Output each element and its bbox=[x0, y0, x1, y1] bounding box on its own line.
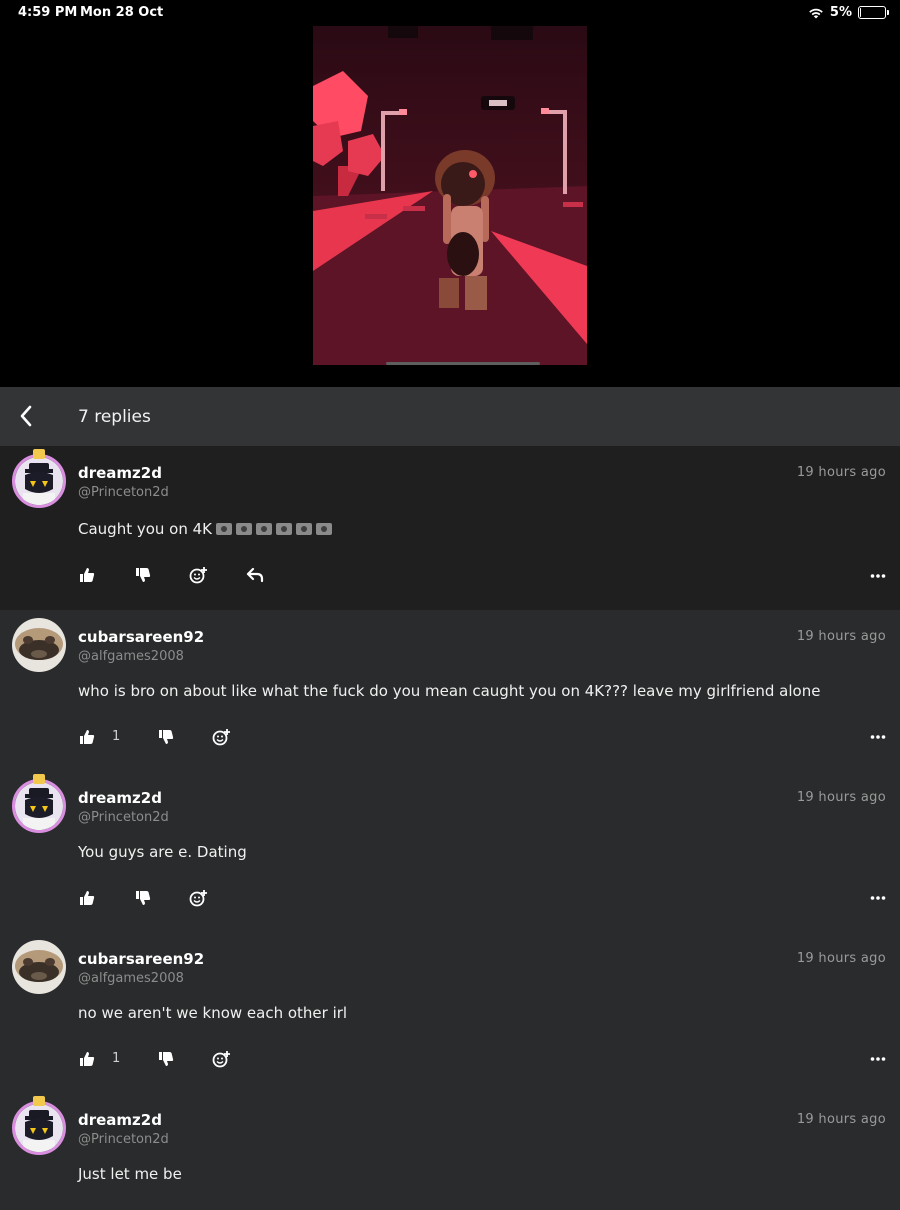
timestamp: 19 hours ago bbox=[796, 951, 886, 966]
comment-text: Just let me be bbox=[78, 1165, 182, 1183]
comment-item: dreamz2d @Princeton2d 19 hours ago Caugh… bbox=[0, 446, 900, 610]
username[interactable]: dreamz2d bbox=[78, 789, 162, 807]
comment-text: no we aren't we know each other irl bbox=[78, 1004, 348, 1022]
user-handle: @Princeton2d bbox=[78, 1132, 169, 1147]
thumbs-down-icon[interactable] bbox=[134, 889, 152, 907]
thumbs-up-icon[interactable] bbox=[78, 889, 96, 907]
avatar[interactable] bbox=[12, 779, 66, 833]
camera-flash-icon bbox=[256, 523, 273, 535]
avatar-badge-icon bbox=[33, 1096, 45, 1106]
status-time: 4:59 PM bbox=[18, 5, 78, 20]
replies-header: 7 replies bbox=[0, 387, 900, 446]
timestamp: 19 hours ago bbox=[796, 790, 886, 805]
camera-flash-icon bbox=[276, 523, 293, 535]
add-reaction-icon[interactable] bbox=[212, 728, 230, 746]
reply-icon[interactable] bbox=[246, 566, 264, 584]
timestamp: 19 hours ago bbox=[796, 1112, 886, 1127]
video-player[interactable] bbox=[0, 26, 900, 387]
video-progress-bar[interactable] bbox=[386, 362, 540, 365]
username[interactable]: dreamz2d bbox=[78, 1111, 162, 1129]
add-reaction-icon[interactable] bbox=[189, 566, 207, 584]
more-options-icon[interactable] bbox=[870, 895, 886, 901]
chevron-left-icon bbox=[20, 405, 32, 427]
timestamp: 19 hours ago bbox=[796, 629, 886, 644]
more-options-icon[interactable] bbox=[870, 1056, 886, 1062]
add-reaction-icon[interactable] bbox=[212, 1050, 230, 1068]
more-options-icon[interactable] bbox=[870, 734, 886, 740]
avatar-badge-icon bbox=[33, 449, 45, 459]
thumbs-up-icon[interactable] bbox=[78, 1050, 96, 1068]
avatar-badge-icon bbox=[33, 774, 45, 784]
avatar[interactable] bbox=[12, 940, 66, 994]
battery-icon bbox=[858, 6, 889, 19]
user-handle: @alfgames2008 bbox=[78, 971, 184, 986]
pug-avatar-icon bbox=[12, 618, 66, 672]
robot-avatar-icon bbox=[15, 457, 63, 505]
thumbs-up-icon[interactable] bbox=[78, 566, 96, 584]
comment-item: cubarsareen92 @alfgames2008 19 hours ago… bbox=[0, 932, 900, 1093]
camera-flash-icon bbox=[296, 523, 313, 535]
camera-flash-icon bbox=[236, 523, 253, 535]
battery-percent: 5% bbox=[829, 5, 852, 20]
camera-flash-icon bbox=[216, 523, 233, 535]
robot-avatar-icon bbox=[15, 1104, 63, 1152]
like-count: 1 bbox=[112, 1051, 121, 1066]
replies-title: 7 replies bbox=[78, 407, 151, 427]
username[interactable]: cubarsareen92 bbox=[78, 628, 204, 646]
comment-item: cubarsareen92 @alfgames2008 19 hours ago… bbox=[0, 610, 900, 771]
thumbs-up-icon[interactable] bbox=[78, 728, 96, 746]
more-options-icon[interactable] bbox=[870, 573, 886, 579]
thumbs-down-icon[interactable] bbox=[157, 1050, 175, 1068]
timestamp: 19 hours ago bbox=[796, 465, 886, 480]
back-button[interactable] bbox=[12, 401, 40, 431]
avatar[interactable] bbox=[12, 454, 66, 508]
status-right: 5% bbox=[808, 5, 889, 20]
add-reaction-icon[interactable] bbox=[189, 889, 207, 907]
username[interactable]: cubarsareen92 bbox=[78, 950, 204, 968]
wifi-icon bbox=[809, 8, 823, 18]
comment-item: dreamz2d @Princeton2d 19 hours ago You g… bbox=[0, 771, 900, 932]
user-handle: @Princeton2d bbox=[78, 485, 169, 500]
username[interactable]: dreamz2d bbox=[78, 464, 162, 482]
comment-text: who is bro on about like what the fuck d… bbox=[78, 682, 821, 700]
camera-flash-icon bbox=[316, 523, 333, 535]
user-handle: @alfgames2008 bbox=[78, 649, 184, 664]
user-handle: @Princeton2d bbox=[78, 810, 169, 825]
comment-text: You guys are e. Dating bbox=[78, 843, 247, 861]
status-bar: 4:59 PM Mon 28 Oct 5% bbox=[0, 0, 900, 26]
comment-text-content: Caught you on 4K bbox=[78, 520, 213, 538]
thumbs-down-icon[interactable] bbox=[157, 728, 175, 746]
avatar[interactable] bbox=[12, 618, 66, 672]
video-frame[interactable] bbox=[313, 26, 587, 365]
comment-item: dreamz2d @Princeton2d 19 hours ago Just … bbox=[0, 1093, 900, 1210]
thumbs-down-icon[interactable] bbox=[134, 566, 152, 584]
robot-avatar-icon bbox=[15, 782, 63, 830]
like-count: 1 bbox=[112, 729, 121, 744]
video-scene-image bbox=[313, 26, 587, 365]
battery-fill bbox=[860, 8, 861, 17]
avatar[interactable] bbox=[12, 1101, 66, 1155]
pug-avatar-icon bbox=[12, 940, 66, 994]
status-date: Mon 28 Oct bbox=[80, 5, 164, 20]
comment-text: Caught you on 4K bbox=[78, 520, 333, 538]
